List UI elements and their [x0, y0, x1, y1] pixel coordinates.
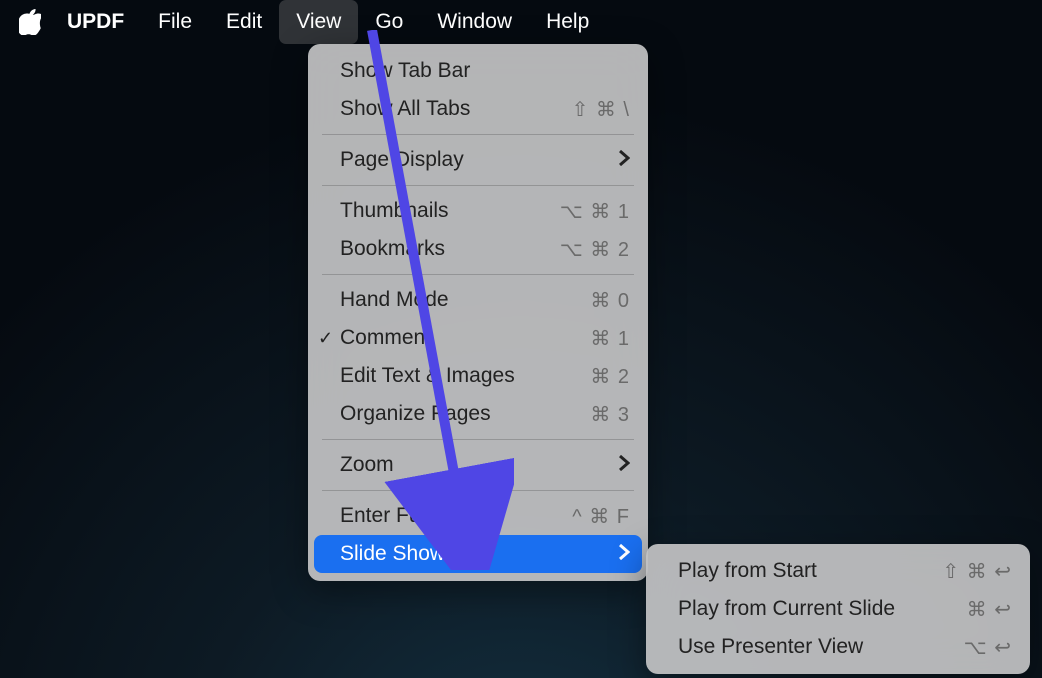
menu-comment[interactable]: ✓ Comment ⌘ 1 — [308, 319, 648, 357]
check-icon: ✓ — [318, 328, 333, 349]
menu-slide-show[interactable]: Slide Show — [314, 535, 642, 573]
menu-separator — [322, 185, 634, 186]
view-menu: Show Tab Bar Show All Tabs ⇧ ⌘ \ Page Di… — [308, 44, 648, 581]
menu-separator — [322, 439, 634, 440]
slideshow-submenu: Play from Start ⇧ ⌘ ↩ Play from Current … — [646, 544, 1030, 674]
menu-thumbnails[interactable]: Thumbnails ⌥ ⌘ 1 — [308, 192, 648, 230]
submenu-play-from-current-slide[interactable]: Play from Current Slide ⌘ ↩ — [646, 590, 1030, 628]
menu-enter-full-screen[interactable]: Enter Full Screen ^ ⌘ F — [308, 497, 648, 535]
menu-hand-mode[interactable]: Hand Mode ⌘ 0 — [308, 281, 648, 319]
apple-icon — [19, 9, 41, 35]
submenu-play-from-start[interactable]: Play from Start ⇧ ⌘ ↩ — [646, 552, 1030, 590]
chevron-right-icon — [618, 542, 630, 566]
menu-edit-text-images[interactable]: Edit Text & Images ⌘ 2 — [308, 357, 648, 395]
menubar-go[interactable]: Go — [358, 0, 420, 44]
menubar-edit[interactable]: Edit — [209, 0, 279, 44]
apple-menu[interactable] — [10, 9, 50, 35]
menu-page-display[interactable]: Page Display — [308, 141, 648, 179]
menu-separator — [322, 274, 634, 275]
chevron-right-icon — [618, 453, 630, 477]
menu-bookmarks[interactable]: Bookmarks ⌥ ⌘ 2 — [308, 230, 648, 268]
menubar-help[interactable]: Help — [529, 0, 606, 44]
chevron-right-icon — [618, 148, 630, 172]
menu-show-tab-bar[interactable]: Show Tab Bar — [308, 52, 648, 90]
menu-zoom[interactable]: Zoom — [308, 446, 648, 484]
menubar-window[interactable]: Window — [420, 0, 529, 44]
menubar-app[interactable]: UPDF — [50, 0, 141, 44]
menu-separator — [322, 134, 634, 135]
submenu-use-presenter-view[interactable]: Use Presenter View ⌥ ↩ — [646, 628, 1030, 666]
menu-separator — [322, 490, 634, 491]
menu-show-all-tabs[interactable]: Show All Tabs ⇧ ⌘ \ — [308, 90, 648, 128]
menubar: UPDF File Edit View Go Window Help — [0, 0, 1042, 44]
menubar-view[interactable]: View — [279, 0, 358, 44]
menu-organize-pages[interactable]: Organize Pages ⌘ 3 — [308, 395, 648, 433]
menubar-file[interactable]: File — [141, 0, 209, 44]
